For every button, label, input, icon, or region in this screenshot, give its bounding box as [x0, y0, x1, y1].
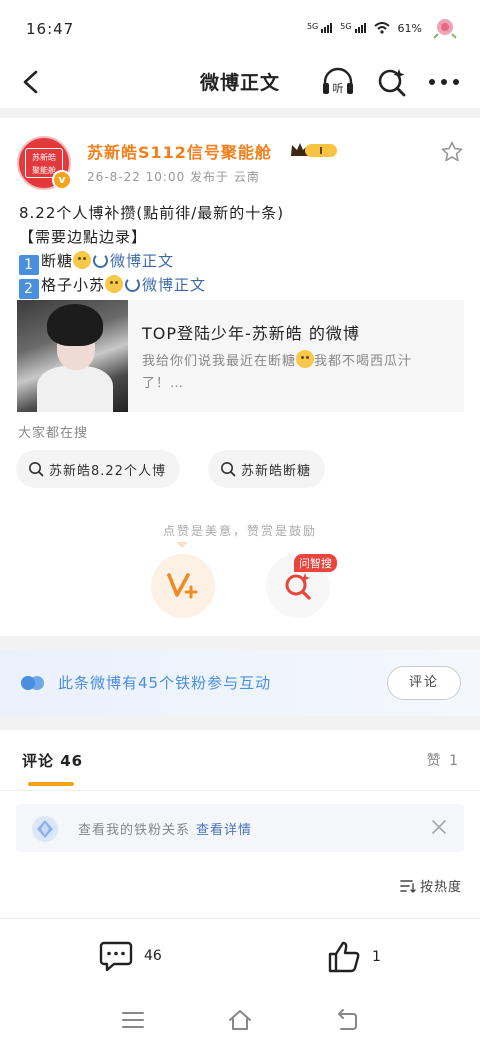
signal-icon: 5G [307, 23, 333, 33]
pleading-emoji-icon [296, 350, 315, 368]
thumbs-up-icon [328, 941, 360, 973]
ai-search-icon[interactable] [374, 64, 410, 100]
top-nav-bar: 微博正文 听 [0, 56, 480, 108]
card-title: TOP登陆少年-苏新皓 的微博 [142, 324, 360, 343]
post-text-line: 【需要边點边录】 [19, 228, 148, 246]
weibo-link-icon [125, 277, 141, 292]
wifi-icon [373, 22, 390, 34]
battery-text: 61% [397, 21, 422, 35]
favorite-star-icon[interactable] [440, 140, 464, 164]
system-nav-bar [0, 992, 480, 1048]
status-time: 16:47 [26, 20, 75, 38]
post-item-text: 断糖 [41, 252, 74, 270]
search-suggestion-chip[interactable]: 苏新皓断糖 [208, 450, 326, 488]
signal-icon: 5G [340, 23, 366, 33]
nerd-emoji-icon [105, 275, 124, 293]
comment-button[interactable]: 评论 [387, 666, 461, 700]
fan-relation-text: 查看我的铁粉关系 查看详情 [78, 823, 253, 838]
post-meta: 26-8-22 10:00 发布于 云南 [87, 170, 260, 184]
post-list-item: 2 格子小苏 微博正文 [19, 274, 206, 299]
sort-icon [400, 879, 416, 893]
search-hint-label: 大家都在搜 [18, 426, 89, 441]
more-dots-icon[interactable] [426, 64, 462, 100]
number-badge: 2 [19, 279, 39, 299]
ask-badge: 问智搜 [294, 554, 337, 572]
card-thumbnail [17, 300, 128, 412]
section-gap [0, 108, 480, 118]
weibo-link-icon [93, 253, 109, 268]
card-description: 我给你们说我最近在断糖 我都不喝西瓜汁了！… [142, 350, 447, 395]
post-list-item: 1 断糖 微博正文 [19, 250, 174, 275]
back-icon[interactable] [333, 1008, 359, 1032]
comment-count: 46 [144, 948, 162, 964]
post-item-text: 格子小苏 [41, 276, 106, 294]
view-details-link[interactable]: 查看详情 [196, 823, 252, 838]
diamond-icon [32, 816, 58, 842]
weibo-post-link[interactable]: 微博正文 [110, 252, 174, 270]
post-text-line: 8.22个人博补攒(點前徘/最新的十条) [19, 204, 285, 222]
tab-likes[interactable]: 赞 1 [427, 750, 460, 770]
ai-search-icon [285, 573, 311, 600]
tab-comments[interactable]: 评论 46 [22, 750, 83, 771]
comment-bubble-icon [99, 941, 133, 972]
number-badge: 1 [19, 255, 39, 275]
fans-icon [21, 676, 44, 690]
username[interactable]: 苏新皓S112信号聚能舱 [87, 139, 272, 163]
listen-headphone-icon[interactable]: 听 [320, 64, 356, 100]
status-icons: 5G 5G 61% [307, 16, 460, 40]
v-plus-icon [167, 573, 198, 599]
member-crown-icon: I [291, 143, 337, 157]
quoted-post-card[interactable]: TOP登陆少年-苏新皓 的微博 我给你们说我最近在断糖 我都不喝西瓜汁了！… [17, 300, 464, 412]
divider [0, 790, 480, 791]
bottom-action-bar: 46 1 [0, 918, 480, 992]
search-icon [221, 462, 236, 477]
sort-by-hot-button[interactable]: 按热度 [400, 876, 462, 895]
fan-relation-banner[interactable]: 查看我的铁粉关系 查看详情 [16, 804, 464, 852]
svg-text:I: I [319, 146, 323, 157]
home-icon[interactable] [227, 1008, 253, 1032]
close-icon[interactable] [428, 816, 450, 838]
post-card: 苏新皓 聚能舱 v 苏新皓S112信号聚能舱 I 26-8-22 10:00 发… [0, 118, 480, 636]
status-bar: 16:47 5G 5G 61% [0, 0, 480, 56]
search-icon [29, 462, 44, 477]
tab-active-indicator [28, 782, 74, 786]
weibo-post-link[interactable]: 微博正文 [142, 276, 206, 294]
search-suggestion-chip[interactable]: 苏新皓8.22个人博 [16, 450, 180, 488]
like-action-button[interactable]: 1 [326, 939, 381, 975]
comments-section: 评论 46 赞 1 查看我的铁粉关系 查看详情 按热度 [0, 730, 480, 918]
verified-badge-icon: v [52, 170, 72, 190]
pleading-emoji-icon [73, 251, 92, 269]
menu-icon[interactable] [120, 1008, 146, 1032]
fans-interaction-bar: 此条微博有45个铁粉参与互动 评论 [0, 650, 480, 716]
like-count: 1 [372, 949, 381, 965]
comment-action-button[interactable]: 46 [98, 939, 162, 973]
reward-button[interactable] [151, 554, 215, 618]
reward-tip-text: 点赞是美意，赞赏是鼓励 [162, 524, 317, 538]
flower-icon [433, 19, 457, 39]
tip-caret [176, 542, 188, 548]
svg-text:听: 听 [333, 82, 344, 95]
fans-interaction-text: 此条微博有45个铁粉参与互动 [58, 674, 272, 692]
